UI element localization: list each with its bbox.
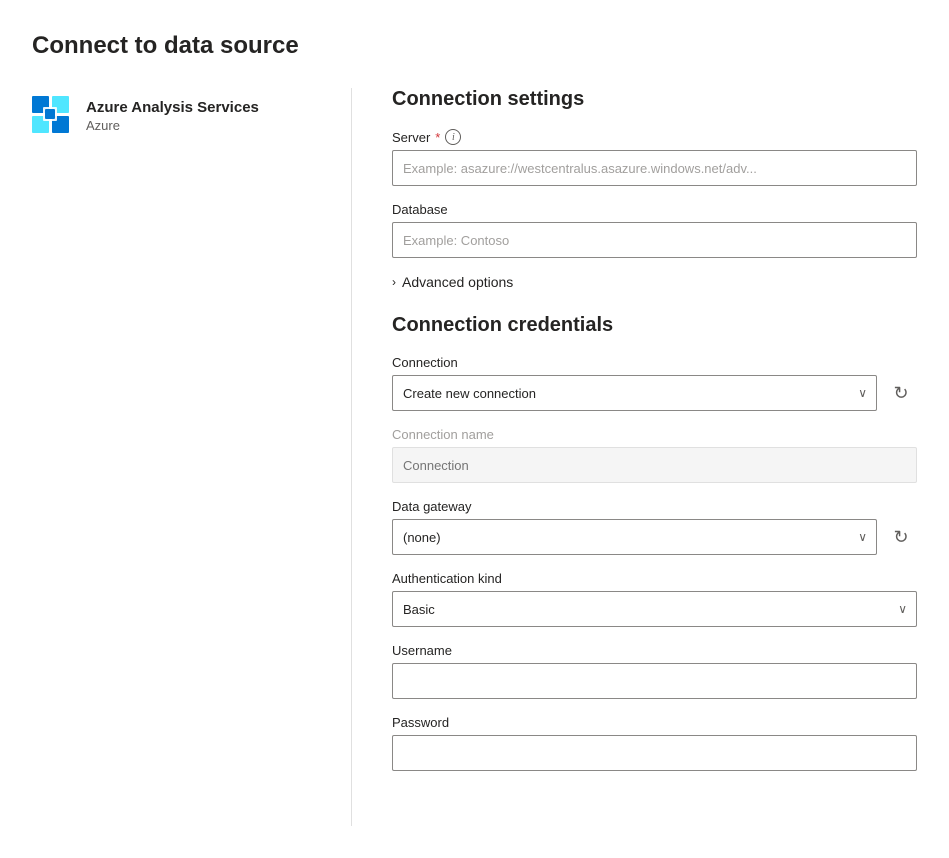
connection-name-label: Connection name: [392, 427, 917, 442]
auth-kind-dropdown-wrapper: Basic ∨: [392, 591, 917, 627]
server-field-group: Server * i: [392, 129, 917, 186]
azure-analysis-services-icon: [32, 96, 72, 136]
connection-field-group: Connection Create new connection ∨ ↻: [392, 355, 917, 411]
connection-label: Connection: [392, 355, 917, 370]
data-gateway-refresh-button[interactable]: ↻: [885, 521, 917, 553]
username-field-group: Username: [392, 643, 917, 699]
page-title: Connect to data source: [32, 32, 917, 60]
username-input[interactable]: [392, 663, 917, 699]
advanced-options-toggle[interactable]: › Advanced options: [392, 274, 917, 290]
connection-dropdown-wrapper: Create new connection ∨: [392, 375, 877, 411]
auth-kind-field-group: Authentication kind Basic ∨: [392, 571, 917, 627]
database-field-group: Database: [392, 202, 917, 258]
service-sub: Azure: [86, 118, 259, 133]
connection-refresh-button[interactable]: ↻: [885, 377, 917, 409]
advanced-options-chevron-icon: ›: [392, 275, 396, 289]
auth-kind-label: Authentication kind: [392, 571, 917, 586]
auth-kind-select[interactable]: Basic: [392, 591, 917, 627]
service-name: Azure Analysis Services: [86, 99, 259, 116]
server-input[interactable]: [392, 150, 917, 186]
sidebar: Azure Analysis Services Azure: [32, 88, 352, 826]
data-gateway-field-group: Data gateway (none) ∨ ↻: [392, 499, 917, 555]
connection-credentials-title: Connection credentials: [392, 314, 917, 337]
connection-name-input[interactable]: [392, 447, 917, 483]
server-info-icon[interactable]: i: [445, 129, 461, 145]
sidebar-service-info: Azure Analysis Services Azure: [86, 99, 259, 133]
content-area: Connection settings Server * i Database …: [352, 88, 917, 826]
connection-dropdown-row: Create new connection ∨ ↻: [392, 375, 917, 411]
connection-select[interactable]: Create new connection: [392, 375, 877, 411]
username-label: Username: [392, 643, 917, 658]
advanced-options-label: Advanced options: [402, 274, 513, 290]
server-label: Server * i: [392, 129, 917, 145]
server-required-star: *: [435, 130, 440, 145]
data-gateway-label: Data gateway: [392, 499, 917, 514]
password-input[interactable]: [392, 735, 917, 771]
connection-settings-title: Connection settings: [392, 88, 917, 111]
connection-name-field-group: Connection name: [392, 427, 917, 483]
database-input[interactable]: [392, 222, 917, 258]
data-gateway-dropdown-wrapper: (none) ∨: [392, 519, 877, 555]
data-gateway-dropdown-row: (none) ∨ ↻: [392, 519, 917, 555]
sidebar-service-item: Azure Analysis Services Azure: [32, 88, 319, 144]
database-label: Database: [392, 202, 917, 217]
data-gateway-select[interactable]: (none): [392, 519, 877, 555]
password-field-group: Password: [392, 715, 917, 771]
password-label: Password: [392, 715, 917, 730]
